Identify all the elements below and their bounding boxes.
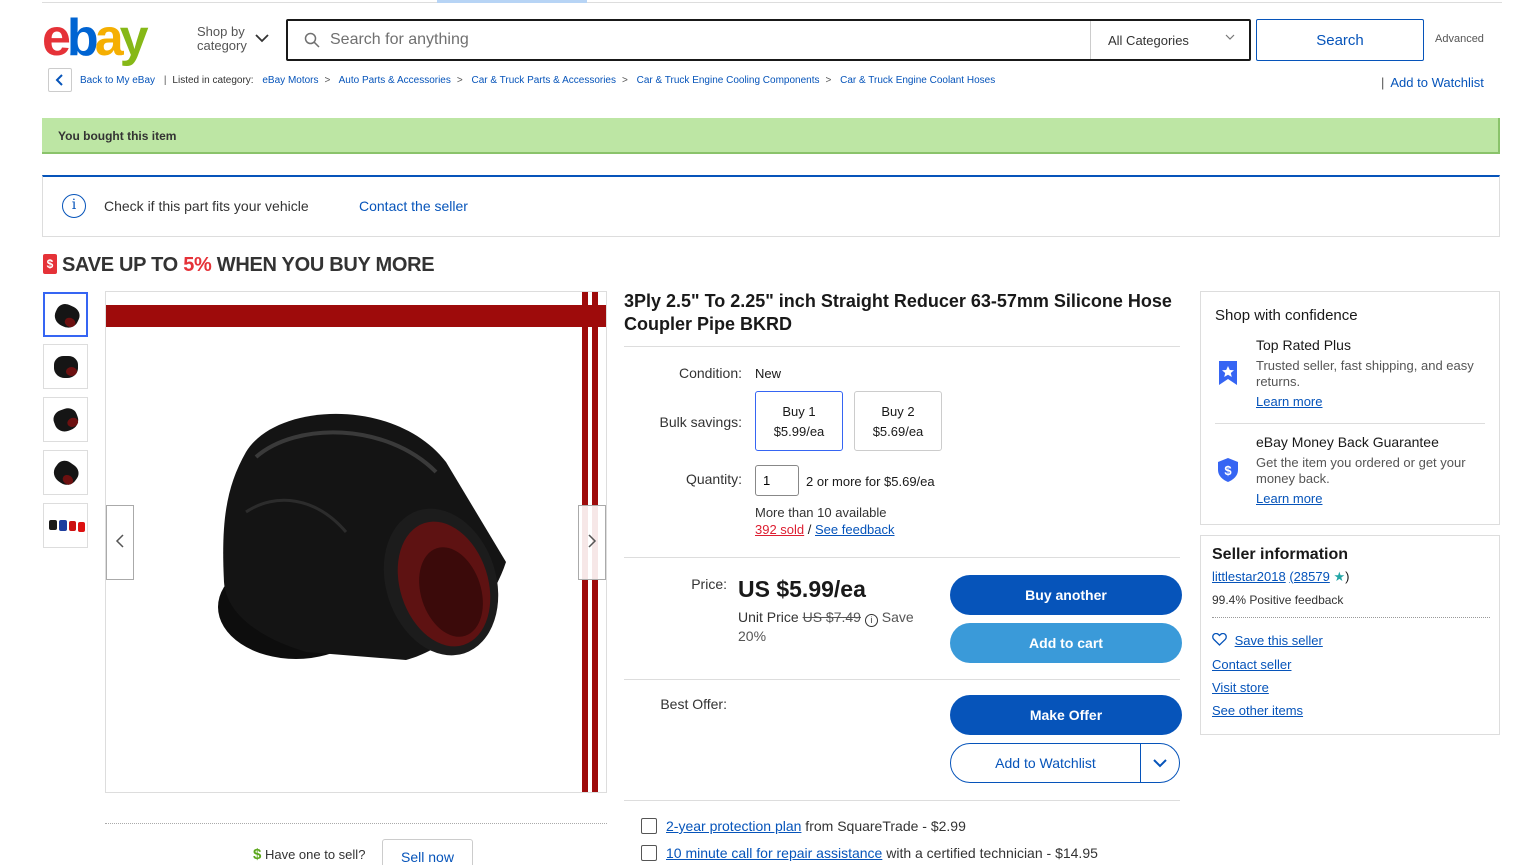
image-next-button[interactable] xyxy=(578,505,606,580)
search-button[interactable]: Search xyxy=(1256,19,1424,61)
repair-assistance-row: 10 minute call for repair assistance wit… xyxy=(666,845,1098,861)
contact-seller-link[interactable]: Contact seller xyxy=(1212,657,1291,672)
chevron-right-icon: > xyxy=(825,75,832,86)
thumbnail[interactable] xyxy=(43,344,88,389)
repair-assistance-checkbox[interactable] xyxy=(641,845,657,861)
svg-text:$: $ xyxy=(1224,463,1232,478)
learn-more-money-back-link[interactable]: Learn more xyxy=(1256,491,1322,506)
back-button[interactable] xyxy=(48,68,72,92)
search-input[interactable] xyxy=(330,21,1070,59)
advanced-search-link[interactable]: Advanced xyxy=(1435,33,1484,45)
make-offer-button[interactable]: Make Offer xyxy=(950,695,1182,735)
contact-seller-link[interactable]: Contact the seller xyxy=(359,198,468,214)
watchlist-dropdown-button[interactable] xyxy=(1141,744,1179,782)
sell-prompt: $ Have one to sell? xyxy=(253,846,366,863)
learn-more-top-rated-link[interactable]: Learn more xyxy=(1256,394,1322,409)
divider xyxy=(624,557,1180,558)
money-back-shield-icon: $ xyxy=(1218,458,1238,482)
ebay-logo[interactable]: ebay xyxy=(42,12,149,64)
info-icon: i xyxy=(62,194,86,218)
divider xyxy=(624,346,1180,347)
bulk-option-buy-2[interactable]: Buy 2 $5.69/ea xyxy=(854,391,942,451)
positive-feedback: 99.4% Positive feedback xyxy=(1212,593,1344,607)
condition-value: New xyxy=(755,366,782,381)
save-seller-link[interactable]: Save this seller xyxy=(1212,632,1323,648)
image-prev-button[interactable] xyxy=(106,505,134,580)
see-feedback-link[interactable]: See feedback xyxy=(815,522,895,537)
shop-with-confidence-panel: Shop with confidence Top Rated Plus Trus… xyxy=(1200,291,1500,525)
thumbnail[interactable] xyxy=(43,397,88,442)
info-icon[interactable]: i xyxy=(864,614,878,627)
quantity-discount-note: 2 or more for $5.69/ea xyxy=(806,474,935,489)
breadcrumb: Back to My eBay | Listed in category: eBa… xyxy=(80,75,996,86)
protection-plan-row: 2-year protection plan from SquareTrade … xyxy=(666,818,966,834)
divider xyxy=(105,823,607,824)
thumbnail[interactable] xyxy=(43,503,88,548)
breadcrumb-item[interactable]: Car & Truck Parts & Accessories xyxy=(472,75,617,86)
breadcrumb-item[interactable]: Car & Truck Engine Cooling Components xyxy=(637,75,820,86)
seller-name-link[interactable]: littlestar2018 xyxy=(1212,569,1286,584)
bulk-option-buy-1[interactable]: Buy 1 $5.99/ea xyxy=(755,391,843,451)
thumbnail[interactable] xyxy=(43,292,88,337)
price-tag-icon: $ xyxy=(43,254,57,274)
chevron-down-icon xyxy=(1153,759,1167,768)
search-icon xyxy=(304,32,320,48)
star-icon: ★ xyxy=(1333,569,1346,584)
seller-information-panel: Seller information littlestar2018 (28579… xyxy=(1200,535,1500,735)
availability: More than 10 available xyxy=(755,505,887,520)
vehicle-fit-panel: i Check if this part fits your vehicle C… xyxy=(42,175,1500,237)
search-bar: All Categories xyxy=(286,19,1251,61)
add-to-watchlist-link[interactable]: | Add to Watchlist xyxy=(1381,75,1484,90)
breadcrumb-item[interactable]: eBay Motors xyxy=(262,75,318,86)
product-title: 3Ply 2.5" To 2.25" inch Straight Reducer… xyxy=(624,291,1172,334)
breadcrumb-item[interactable]: Car & Truck Engine Coolant Hoses xyxy=(840,75,995,86)
divider xyxy=(624,800,1180,801)
quantity-input[interactable] xyxy=(755,465,799,496)
chevron-down-icon[interactable] xyxy=(255,30,269,46)
top-tab-indicator xyxy=(437,0,587,3)
repair-assistance-link[interactable]: 10 minute call for repair assistance xyxy=(666,845,882,861)
dollar-icon: $ xyxy=(253,846,262,863)
chevron-right-icon: > xyxy=(456,75,463,86)
buy-another-button[interactable]: Buy another xyxy=(950,575,1182,615)
thumbnail[interactable] xyxy=(43,450,88,495)
top-divider xyxy=(42,2,1502,3)
top-rated-badge-icon xyxy=(1219,361,1237,385)
divider xyxy=(624,679,1180,680)
purchase-status-banner: You bought this item xyxy=(42,118,1500,154)
add-to-watchlist-button[interactable]: Add to Watchlist xyxy=(951,744,1140,782)
protection-plan-link[interactable]: 2-year protection plan xyxy=(666,818,801,834)
heart-icon xyxy=(1212,632,1227,646)
product-image[interactable] xyxy=(105,291,607,793)
volume-pricing-promo: SAVE UP TO 5% WHEN YOU BUY MORE xyxy=(62,254,435,276)
chevron-down-icon xyxy=(1225,32,1235,44)
shop-by-category[interactable]: Shop by category xyxy=(197,25,247,53)
back-to-my-ebay-link[interactable]: Back to My eBay xyxy=(80,75,155,86)
protection-plan-checkbox[interactable] xyxy=(641,818,657,834)
unit-price: Unit Price US $7.49 i Save 20% xyxy=(738,609,914,644)
breadcrumb-item[interactable]: Auto Parts & Accessories xyxy=(339,75,451,86)
category-select[interactable]: All Categories xyxy=(1090,21,1251,59)
add-to-cart-button[interactable]: Add to cart xyxy=(950,623,1182,663)
see-other-items-link[interactable]: See other items xyxy=(1212,703,1303,718)
sell-now-button[interactable]: Sell now xyxy=(382,839,473,865)
watchlist-split-button: Add to Watchlist xyxy=(950,743,1180,783)
chevron-right-icon: > xyxy=(324,75,331,86)
visit-store-link[interactable]: Visit store xyxy=(1212,680,1269,695)
chevron-right-icon: > xyxy=(622,75,628,86)
price: US $5.99/ea xyxy=(738,576,866,602)
seller-feedback-score-link[interactable]: (28579 xyxy=(1289,569,1329,584)
sold-count-link[interactable]: 392 sold xyxy=(755,522,804,537)
